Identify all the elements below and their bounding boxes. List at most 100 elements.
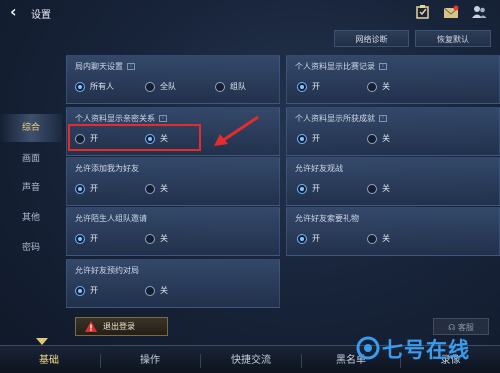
- radio-icon: [75, 233, 85, 244]
- task-icon[interactable]: [415, 4, 431, 20]
- tab-controls[interactable]: 操作: [101, 346, 199, 373]
- reservation-off-option[interactable]: 关: [145, 285, 168, 297]
- radio-icon: [75, 285, 85, 296]
- gift-request-off-option[interactable]: 关: [367, 233, 390, 245]
- spectate-setting-panel: 允许好友观战 开 关: [286, 157, 500, 206]
- sidebar-item-general[interactable]: 综合: [0, 114, 62, 142]
- network-diagnosis-button[interactable]: 网络诊断: [334, 30, 409, 47]
- chat-setting-panel: 局内聊天设置 i 所有人 全队 组队: [66, 55, 280, 104]
- radio-icon: [75, 81, 85, 92]
- panel-title-text: 局内聊天设置: [75, 62, 123, 71]
- stranger-invite-off-option[interactable]: 关: [145, 233, 168, 245]
- radio-icon: [145, 233, 155, 244]
- option-label: 所有人: [90, 82, 114, 91]
- option-label: 关: [160, 184, 168, 193]
- sidebar-item-password[interactable]: 密码: [0, 234, 62, 262]
- option-label: 开: [312, 82, 320, 91]
- chat-option-group[interactable]: 组队: [215, 81, 246, 93]
- match-record-setting-panel: 个人资料显示比赛记录 i 开 关: [286, 55, 500, 104]
- panel-title: 个人资料显示比赛记录 i: [295, 61, 387, 72]
- watermark: 七号在线: [356, 330, 496, 366]
- gift-request-setting-panel: 允许好友索要礼物 开 关: [286, 207, 500, 256]
- watermark-text: 七号在线: [382, 338, 470, 362]
- radio-icon: [297, 81, 307, 92]
- achievements-on-option[interactable]: 开: [297, 133, 320, 145]
- page-title: 设置: [31, 10, 51, 21]
- back-icon[interactable]: ‹: [10, 3, 26, 21]
- option-label: 关: [382, 134, 390, 143]
- radio-icon: [145, 285, 155, 296]
- stranger-invite-on-option[interactable]: 开: [75, 233, 98, 245]
- tab-basic[interactable]: 基础: [0, 346, 98, 373]
- panel-title: 允许好友索要礼物: [295, 213, 359, 224]
- info-icon[interactable]: i: [127, 63, 135, 70]
- option-label: 开: [312, 184, 320, 193]
- panel-title: 允许陌生人组队邀请: [75, 213, 147, 224]
- watermark-logo-icon: [356, 336, 380, 360]
- add-friend-setting-panel: 允许添加我为好友 开 关: [66, 157, 280, 206]
- achievements-off-option[interactable]: 关: [367, 133, 390, 145]
- panel-title-text: 个人资料显示亲密关系: [75, 114, 155, 123]
- radio-icon: [367, 133, 377, 144]
- chat-option-all[interactable]: 所有人: [75, 81, 114, 93]
- panel-title-text: 允许陌生人组队邀请: [75, 214, 147, 223]
- match-record-off-option[interactable]: 关: [367, 81, 390, 93]
- reservation-setting-panel: 允许好友预约对局 开 关: [66, 259, 280, 308]
- spectate-on-option[interactable]: 开: [297, 183, 320, 195]
- radio-icon: [145, 183, 155, 194]
- active-tab-indicator-icon: [36, 338, 48, 345]
- radio-icon: [297, 133, 307, 144]
- option-label: 全队: [160, 82, 176, 91]
- logout-label: 退出登录: [103, 322, 135, 331]
- panel-title-text: 允许好友索要礼物: [295, 214, 359, 223]
- option-label: 关: [382, 82, 390, 91]
- radio-icon: [215, 81, 225, 92]
- panel-title-text: 个人资料显示比赛记录: [295, 62, 375, 71]
- tab-quick-chat[interactable]: 快捷交流: [201, 346, 301, 373]
- info-icon[interactable]: i: [379, 63, 387, 70]
- sidebar-item-other[interactable]: 其他: [0, 204, 62, 232]
- top-bar: ‹ 设置: [0, 0, 500, 26]
- panel-title-text: 允许好友观战: [295, 164, 343, 173]
- highlight-box: [68, 124, 201, 151]
- option-label: 开: [90, 234, 98, 243]
- spectate-off-option[interactable]: 关: [367, 183, 390, 195]
- panel-title: 允许添加我为好友: [75, 163, 139, 174]
- mail-icon[interactable]: [443, 4, 459, 20]
- option-label: 关: [382, 184, 390, 193]
- logout-button[interactable]: 退出登录: [75, 317, 168, 336]
- friends-icon[interactable]: [471, 4, 487, 20]
- radio-icon: [75, 183, 85, 194]
- match-record-on-option[interactable]: 开: [297, 81, 320, 93]
- radio-icon: [297, 183, 307, 194]
- chat-option-team[interactable]: 全队: [145, 81, 176, 93]
- restore-default-button[interactable]: 恢复默认: [415, 30, 491, 47]
- option-label: 开: [312, 134, 320, 143]
- option-label: 开: [90, 286, 98, 295]
- panel-title-text: 允许添加我为好友: [75, 164, 139, 173]
- panel-title: 允许好友观战: [295, 163, 343, 174]
- panel-title-text: 允许好友预约对局: [75, 266, 139, 275]
- option-label: 关: [160, 286, 168, 295]
- gift-request-on-option[interactable]: 开: [297, 233, 320, 245]
- panel-title: 个人资料显示所获成就 i: [295, 113, 387, 124]
- reservation-on-option[interactable]: 开: [75, 285, 98, 297]
- option-label: 开: [90, 184, 98, 193]
- radio-icon: [367, 183, 377, 194]
- add-friend-off-option[interactable]: 关: [145, 183, 168, 195]
- arrow-icon: [214, 115, 259, 146]
- sidebar-item-graphics[interactable]: 画面: [0, 145, 62, 173]
- radio-icon: [297, 233, 307, 244]
- radio-icon: [145, 81, 155, 92]
- add-friend-on-option[interactable]: 开: [75, 183, 98, 195]
- stranger-invite-setting-panel: 允许陌生人组队邀请 开 关: [66, 207, 280, 256]
- radio-icon: [367, 233, 377, 244]
- sidebar-item-sound[interactable]: 声音: [0, 174, 62, 202]
- panel-title: 个人资料显示亲密关系 i: [75, 113, 167, 124]
- info-icon[interactable]: i: [159, 115, 167, 122]
- info-icon[interactable]: i: [379, 115, 387, 122]
- panel-title: 局内聊天设置 i: [75, 61, 135, 72]
- radio-icon: [367, 81, 377, 92]
- option-label: 开: [312, 234, 320, 243]
- option-label: 关: [160, 234, 168, 243]
